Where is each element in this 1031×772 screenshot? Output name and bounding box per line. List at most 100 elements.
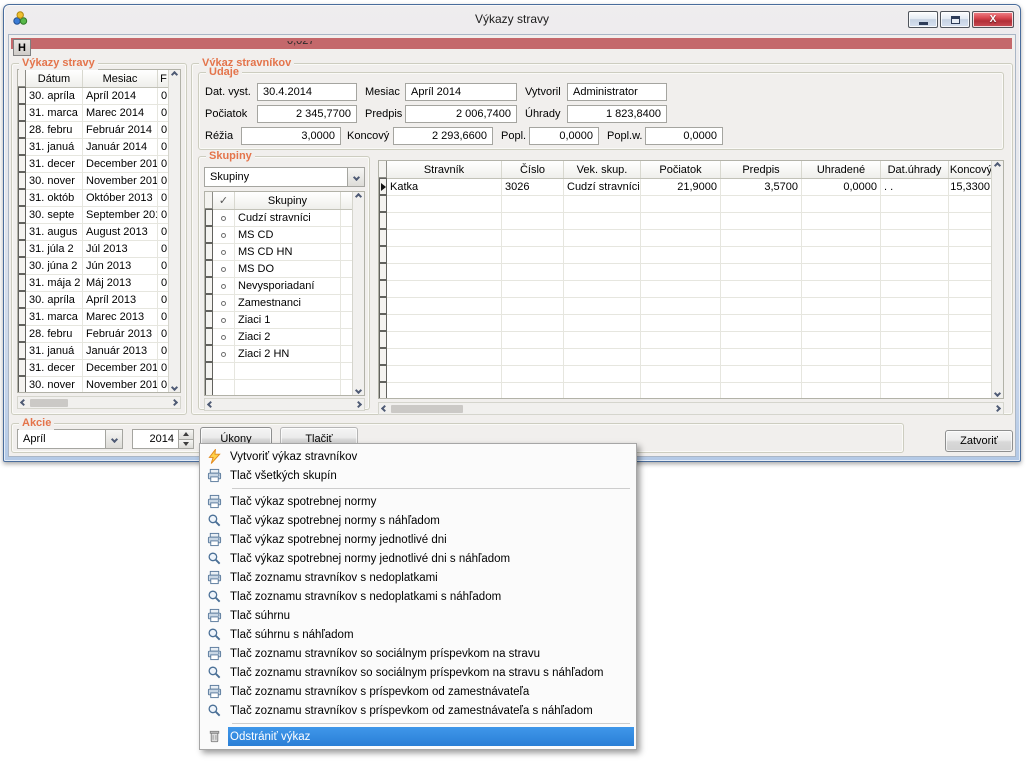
table-row[interactable]: 30. noverNovember 20130 bbox=[18, 173, 168, 190]
row-selector[interactable] bbox=[18, 325, 26, 342]
row-selector[interactable] bbox=[18, 257, 26, 274]
menu-item[interactable]: Tlač zoznamu stravníkov s nedoplatkami s… bbox=[202, 587, 634, 606]
reports-hscrollbar[interactable] bbox=[17, 396, 181, 409]
scroll-right-icon[interactable] bbox=[994, 405, 1001, 412]
check-cell[interactable] bbox=[213, 210, 235, 226]
pociatok-field[interactable]: 2 345,7700 bbox=[257, 105, 357, 123]
diners-vscrollbar[interactable] bbox=[991, 161, 1003, 398]
list-item[interactable]: MS CD HN bbox=[205, 244, 352, 261]
scroll-left-icon[interactable] bbox=[207, 401, 214, 408]
skupiny-column-header[interactable]: Skupiny bbox=[235, 192, 341, 209]
row-selector[interactable] bbox=[205, 294, 213, 311]
row-selector[interactable] bbox=[205, 260, 213, 277]
scroll-left-icon[interactable] bbox=[20, 399, 27, 406]
table-row[interactable]: 31. októbOktóber 20130 bbox=[18, 190, 168, 207]
menu-item[interactable]: Tlač súhrnu bbox=[202, 606, 634, 625]
table-row[interactable]: 30. aprílaApríl 20140 bbox=[18, 88, 168, 105]
scroll-down-icon[interactable] bbox=[994, 390, 1001, 397]
column-header[interactable]: Číslo bbox=[502, 161, 564, 178]
table-row[interactable]: 28. februFebruár 20140 bbox=[18, 122, 168, 139]
check-cell[interactable] bbox=[213, 227, 235, 243]
table-row[interactable]: 31. augusAugust 20130 bbox=[18, 224, 168, 241]
row-selector[interactable] bbox=[18, 274, 26, 291]
check-column-header[interactable]: ✓ bbox=[213, 192, 235, 209]
column-header[interactable]: Dat.úhrady bbox=[881, 161, 949, 178]
column-header[interactable]: Predpis bbox=[721, 161, 802, 178]
check-cell[interactable] bbox=[213, 244, 235, 260]
menu-item[interactable]: Tlač výkaz spotrebnej normy bbox=[202, 492, 634, 511]
skupiny-hscrollbar[interactable] bbox=[204, 398, 365, 411]
menu-item[interactable]: Tlač zoznamu stravníkov s nedoplatkami bbox=[202, 568, 634, 587]
table-row[interactable]: 31. júla 2Júl 20130 bbox=[18, 241, 168, 258]
close-button[interactable]: X bbox=[972, 11, 1014, 28]
row-selector[interactable] bbox=[18, 308, 26, 325]
table-row[interactable]: 31. marcaMarec 20130 bbox=[18, 309, 168, 326]
check-cell[interactable] bbox=[213, 346, 235, 362]
table-row[interactable]: 30. júna 2Jún 20130 bbox=[18, 258, 168, 275]
scroll-right-icon[interactable] bbox=[171, 399, 178, 406]
column-header[interactable]: F bbox=[158, 70, 168, 87]
table-row[interactable]: Katka3026Cudzí stravníci21,90003,57000,0… bbox=[379, 179, 991, 196]
menu-item[interactable]: Tlač zoznamu stravníkov so sociálnym prí… bbox=[202, 663, 634, 682]
column-header[interactable]: Uhradené bbox=[802, 161, 881, 178]
row-selector[interactable] bbox=[18, 87, 26, 104]
row-selector[interactable] bbox=[205, 345, 213, 362]
row-selector[interactable] bbox=[18, 342, 26, 359]
column-header[interactable]: Vek. skup. bbox=[564, 161, 641, 178]
menu-item[interactable]: Tlač výkaz spotrebnej normy s náhľadom bbox=[202, 511, 634, 530]
scroll-up-icon[interactable] bbox=[355, 193, 362, 200]
mesiac-field[interactable]: Apríl 2014 bbox=[405, 83, 517, 101]
popl-field[interactable]: 0,0000 bbox=[529, 127, 599, 145]
menu-item[interactable]: Tlač všetkých skupín bbox=[202, 466, 634, 485]
column-header[interactable]: Dátum bbox=[26, 70, 83, 87]
scroll-thumb[interactable] bbox=[30, 399, 68, 407]
vytvoril-field[interactable]: Administrator bbox=[567, 83, 667, 101]
minimize-button[interactable] bbox=[908, 11, 938, 28]
row-selector[interactable] bbox=[205, 226, 213, 243]
list-item[interactable]: MS CD bbox=[205, 227, 352, 244]
row-selector[interactable] bbox=[205, 277, 213, 294]
list-item[interactable]: MS DO bbox=[205, 261, 352, 278]
row-selector[interactable] bbox=[18, 359, 26, 376]
year-spinner[interactable]: 2014 bbox=[132, 429, 194, 449]
zatvorit-button[interactable]: Zatvoriť bbox=[945, 430, 1013, 452]
skupiny-dropdown[interactable]: Skupiny bbox=[204, 167, 365, 187]
row-selector[interactable] bbox=[18, 376, 26, 392]
column-header[interactable]: Mesiac bbox=[83, 70, 158, 87]
menu-item[interactable]: Tlač zoznamu stravníkov s príspevkom od … bbox=[202, 682, 634, 701]
row-selector[interactable] bbox=[205, 328, 213, 345]
month-dropdown-button[interactable] bbox=[105, 430, 122, 448]
list-item[interactable]: Ziaci 2 HN bbox=[205, 346, 352, 363]
predpis-field[interactable]: 2 006,7400 bbox=[405, 105, 517, 123]
table-row[interactable]: 31. decerDecember 20120 bbox=[18, 360, 168, 377]
titlebar[interactable]: Výkazy stravy X bbox=[4, 5, 1020, 34]
row-selector[interactable] bbox=[18, 104, 26, 121]
menu-item[interactable]: Tlač výkaz spotrebnej normy jednotlivé d… bbox=[202, 530, 634, 549]
menu-item[interactable]: Tlač zoznamu stravníkov so sociálnym prí… bbox=[202, 644, 634, 663]
check-cell[interactable] bbox=[213, 261, 235, 277]
menu-item[interactable]: Tlač zoznamu stravníkov s príspevkom od … bbox=[202, 701, 634, 720]
spinner-up-button[interactable] bbox=[179, 430, 193, 439]
scroll-right-icon[interactable] bbox=[355, 401, 362, 408]
list-item[interactable]: Nevysporiadaní bbox=[205, 278, 352, 295]
row-selector[interactable] bbox=[18, 291, 26, 308]
list-item[interactable]: Ziaci 2 bbox=[205, 329, 352, 346]
spinner-down-button[interactable] bbox=[179, 439, 193, 449]
menu-item[interactable]: Vytvoriť výkaz stravníkov bbox=[202, 447, 634, 466]
month-dropdown[interactable]: Apríl bbox=[17, 429, 123, 449]
table-row[interactable]: 30. noverNovember 20120 bbox=[18, 377, 168, 392]
rezia-field[interactable]: 3,0000 bbox=[241, 127, 341, 145]
column-header[interactable]: Koncový bbox=[949, 161, 991, 178]
list-item[interactable]: Cudzí stravníci bbox=[205, 210, 352, 227]
skupiny-vscrollbar[interactable] bbox=[352, 192, 364, 395]
row-selector[interactable] bbox=[18, 138, 26, 155]
table-row[interactable]: 28. februFebruár 20130 bbox=[18, 326, 168, 343]
scroll-thumb[interactable] bbox=[391, 405, 463, 413]
menu-item[interactable]: Tlač súhrnu s náhľadom bbox=[202, 625, 634, 644]
menu-item[interactable]: Tlač výkaz spotrebnej normy jednotlivé d… bbox=[202, 549, 634, 568]
table-row[interactable]: 31. mája 2Máj 20130 bbox=[18, 275, 168, 292]
row-selector[interactable] bbox=[18, 223, 26, 240]
current-row-arrow-icon[interactable] bbox=[379, 178, 387, 195]
h-button[interactable]: H bbox=[13, 39, 31, 56]
table-row[interactable]: 31. marcaMarec 20140 bbox=[18, 105, 168, 122]
